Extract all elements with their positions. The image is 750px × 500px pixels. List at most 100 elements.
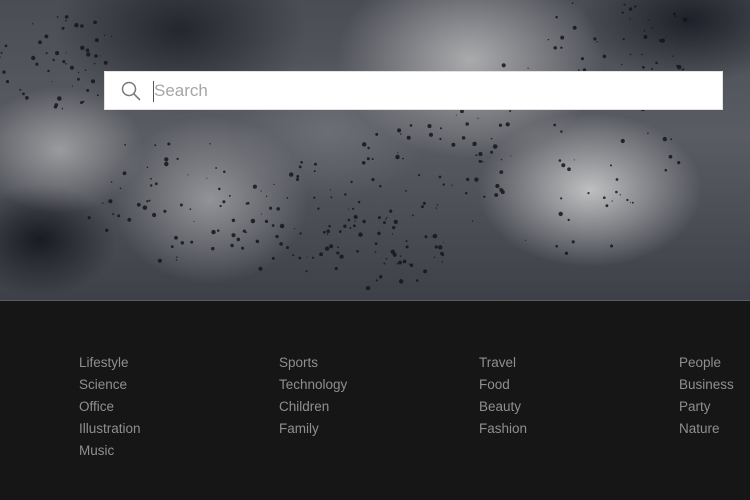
category-link-fashion[interactable]: Fashion bbox=[479, 418, 527, 440]
category-link-illustration[interactable]: Illustration bbox=[79, 418, 141, 440]
ink-speckle bbox=[215, 167, 218, 169]
ink-speckle bbox=[610, 244, 614, 248]
ink-speckle bbox=[567, 167, 571, 172]
ink-speckle bbox=[396, 262, 399, 265]
ink-speckle bbox=[231, 233, 236, 238]
ink-speckle bbox=[255, 239, 260, 244]
ink-speckle bbox=[77, 71, 80, 74]
ink-speckle bbox=[623, 3, 626, 6]
ink-speckle bbox=[38, 40, 42, 45]
ink-speckle bbox=[176, 157, 179, 161]
ink-speckle bbox=[193, 221, 195, 222]
ink-speckle bbox=[279, 223, 285, 229]
ink-speckle bbox=[392, 225, 396, 230]
ink-speckle bbox=[101, 202, 104, 204]
category-footer: Lifestyle Science Office Illustration Mu… bbox=[0, 301, 750, 500]
ink-speckle bbox=[93, 62, 96, 65]
category-link-music[interactable]: Music bbox=[79, 440, 141, 462]
search-bar[interactable] bbox=[104, 71, 723, 110]
ink-speckle bbox=[622, 38, 625, 41]
ink-speckle bbox=[250, 218, 256, 224]
ink-speckle bbox=[547, 38, 550, 41]
ink-speckle bbox=[409, 124, 413, 127]
category-link-business[interactable]: Business bbox=[679, 374, 734, 396]
ink-speckle bbox=[648, 19, 651, 21]
ink-speckle bbox=[439, 137, 442, 141]
category-link-office[interactable]: Office bbox=[79, 396, 141, 418]
ink-speckle bbox=[455, 114, 457, 116]
ink-speckle bbox=[385, 257, 388, 260]
ink-speckle bbox=[326, 229, 330, 234]
ink-speckle bbox=[415, 279, 419, 282]
category-link-people[interactable]: People bbox=[679, 352, 734, 374]
ink-speckle bbox=[32, 23, 34, 25]
ink-speckle bbox=[86, 88, 90, 92]
ink-speckle bbox=[643, 35, 648, 39]
ink-speckle bbox=[347, 218, 351, 222]
search-icon[interactable] bbox=[121, 81, 141, 101]
ink-speckle bbox=[409, 263, 414, 268]
ink-speckle bbox=[209, 143, 211, 145]
ink-speckle bbox=[167, 142, 171, 146]
ink-speckle bbox=[105, 228, 109, 232]
ink-speckle bbox=[355, 216, 358, 218]
ink-speckle bbox=[211, 229, 216, 235]
ink-speckle bbox=[245, 231, 247, 234]
ink-speckle bbox=[555, 244, 558, 248]
ink-speckle bbox=[665, 36, 667, 38]
ink-speckle bbox=[573, 159, 575, 161]
category-link-technology[interactable]: Technology bbox=[279, 374, 347, 396]
ink-speckle bbox=[499, 170, 504, 175]
category-link-travel[interactable]: Travel bbox=[479, 352, 527, 374]
ink-speckle bbox=[44, 34, 49, 39]
ink-speckle bbox=[405, 245, 409, 249]
category-link-nature[interactable]: Nature bbox=[679, 418, 734, 440]
ink-speckle bbox=[337, 246, 339, 249]
ink-speckle bbox=[660, 38, 666, 43]
ink-speckle bbox=[157, 258, 162, 263]
category-link-lifestyle[interactable]: Lifestyle bbox=[79, 352, 141, 374]
ink-speckle bbox=[164, 157, 169, 162]
ink-speckle bbox=[352, 224, 356, 228]
ink-speckle bbox=[305, 270, 308, 273]
ink-speckle bbox=[288, 172, 294, 177]
ink-speckle bbox=[629, 201, 632, 204]
ink-speckle bbox=[110, 35, 113, 37]
ink-speckle bbox=[375, 279, 378, 282]
category-link-family[interactable]: Family bbox=[279, 418, 347, 440]
category-link-food[interactable]: Food bbox=[479, 374, 527, 396]
ink-speckle bbox=[405, 240, 408, 243]
ink-speckle bbox=[670, 138, 673, 141]
search-input[interactable] bbox=[152, 76, 714, 105]
ink-speckle bbox=[354, 220, 356, 222]
ink-speckle bbox=[276, 207, 280, 211]
ink-speckle bbox=[344, 193, 347, 196]
ink-speckle bbox=[330, 196, 333, 199]
ink-speckle bbox=[45, 52, 48, 55]
category-link-beauty[interactable]: Beauty bbox=[479, 396, 527, 418]
ink-speckle bbox=[339, 254, 344, 259]
ink-speckle bbox=[609, 164, 613, 167]
ink-speckle bbox=[434, 245, 438, 249]
ink-speckle bbox=[80, 24, 84, 28]
ink-speckle bbox=[53, 59, 55, 62]
ink-speckle bbox=[228, 194, 231, 197]
ink-speckle bbox=[366, 157, 370, 161]
ink-speckle bbox=[112, 213, 115, 216]
ink-speckle bbox=[490, 150, 494, 154]
ink-speckle bbox=[367, 146, 370, 150]
category-link-children[interactable]: Children bbox=[279, 396, 347, 418]
ink-speckle bbox=[245, 202, 248, 205]
category-link-sports[interactable]: Sports bbox=[279, 352, 347, 374]
ink-speckle bbox=[299, 232, 302, 235]
ink-speckle bbox=[402, 259, 407, 264]
category-link-science[interactable]: Science bbox=[79, 374, 141, 396]
ink-speckle bbox=[674, 15, 677, 18]
ink-speckle bbox=[313, 196, 316, 199]
ink-speckle bbox=[553, 46, 557, 50]
ink-speckle bbox=[472, 144, 475, 147]
category-link-party[interactable]: Party bbox=[679, 396, 734, 418]
ink-speckle bbox=[314, 162, 317, 166]
ink-speckle bbox=[218, 187, 221, 191]
ink-speckle bbox=[611, 200, 613, 202]
